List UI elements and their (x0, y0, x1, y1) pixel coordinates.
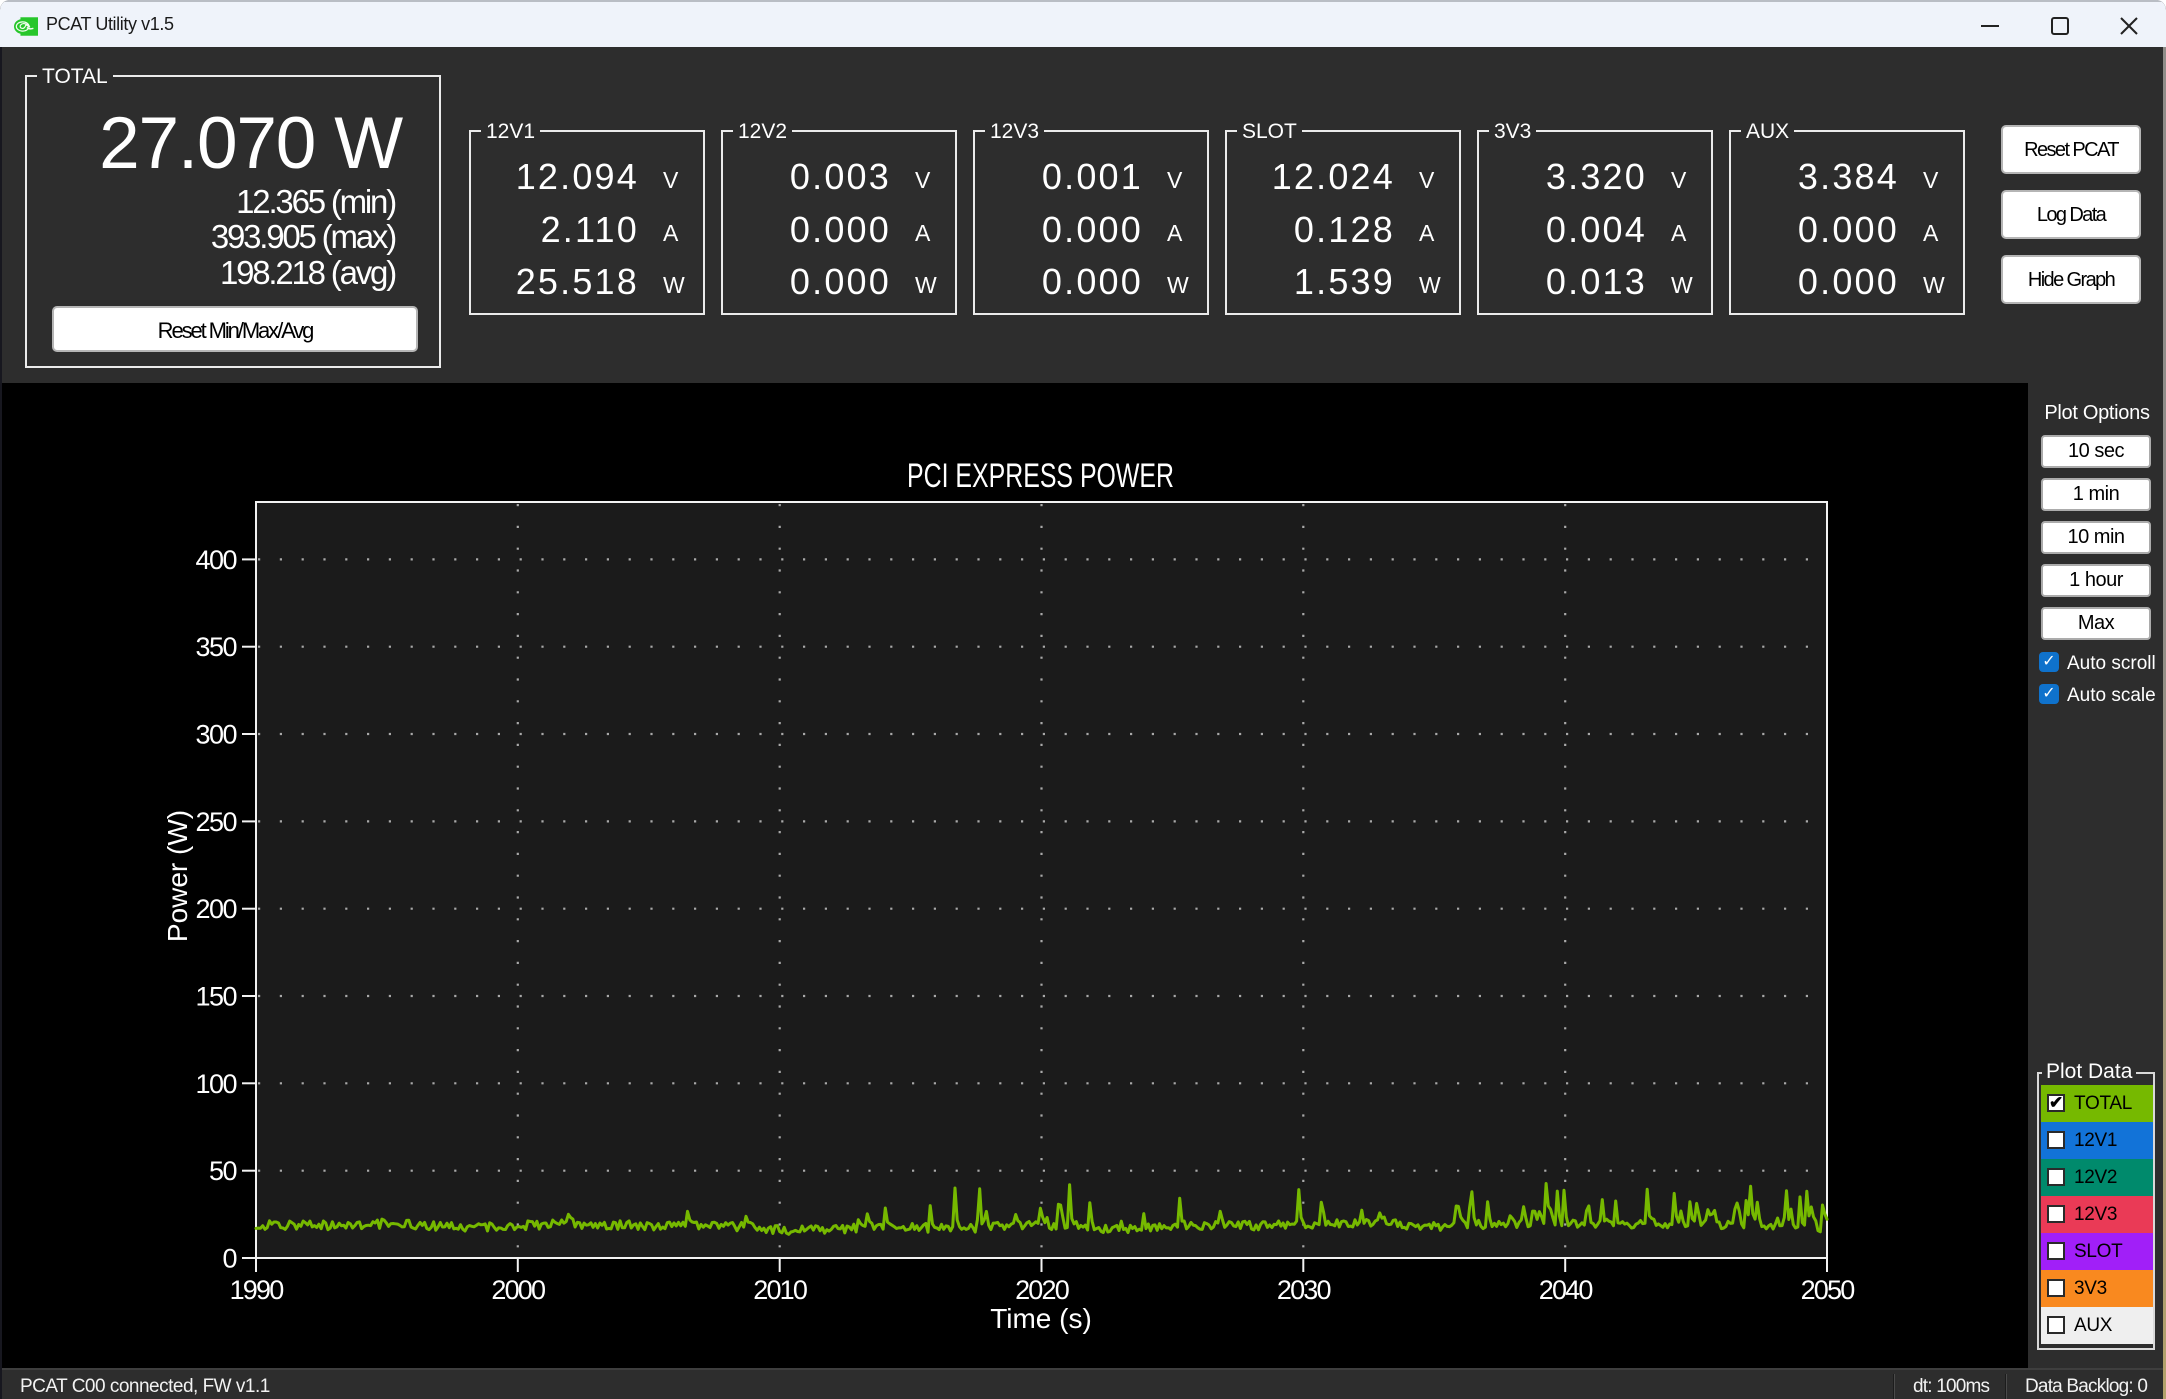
svg-text:2010: 2010 (753, 1275, 807, 1305)
svg-text:Power (W): Power (W) (162, 810, 193, 942)
svg-text:Time (s): Time (s) (990, 1303, 1092, 1334)
svg-text:400: 400 (195, 545, 236, 575)
svg-text:100: 100 (195, 1069, 236, 1099)
svg-text:350: 350 (195, 632, 236, 662)
svg-text:2020: 2020 (1015, 1275, 1069, 1305)
svg-text:50: 50 (209, 1156, 237, 1186)
svg-text:150: 150 (195, 982, 236, 1012)
svg-text:2050: 2050 (1801, 1275, 1855, 1305)
svg-text:300: 300 (195, 720, 236, 750)
svg-text:0: 0 (222, 1244, 236, 1274)
svg-text:1990: 1990 (230, 1275, 284, 1305)
svg-text:200: 200 (195, 894, 236, 924)
svg-text:2030: 2030 (1277, 1275, 1331, 1305)
svg-text:2040: 2040 (1539, 1275, 1593, 1305)
svg-text:PCI EXPRESS POWER: PCI EXPRESS POWER (907, 457, 1174, 495)
svg-text:250: 250 (195, 807, 236, 837)
svg-text:2000: 2000 (491, 1275, 545, 1305)
